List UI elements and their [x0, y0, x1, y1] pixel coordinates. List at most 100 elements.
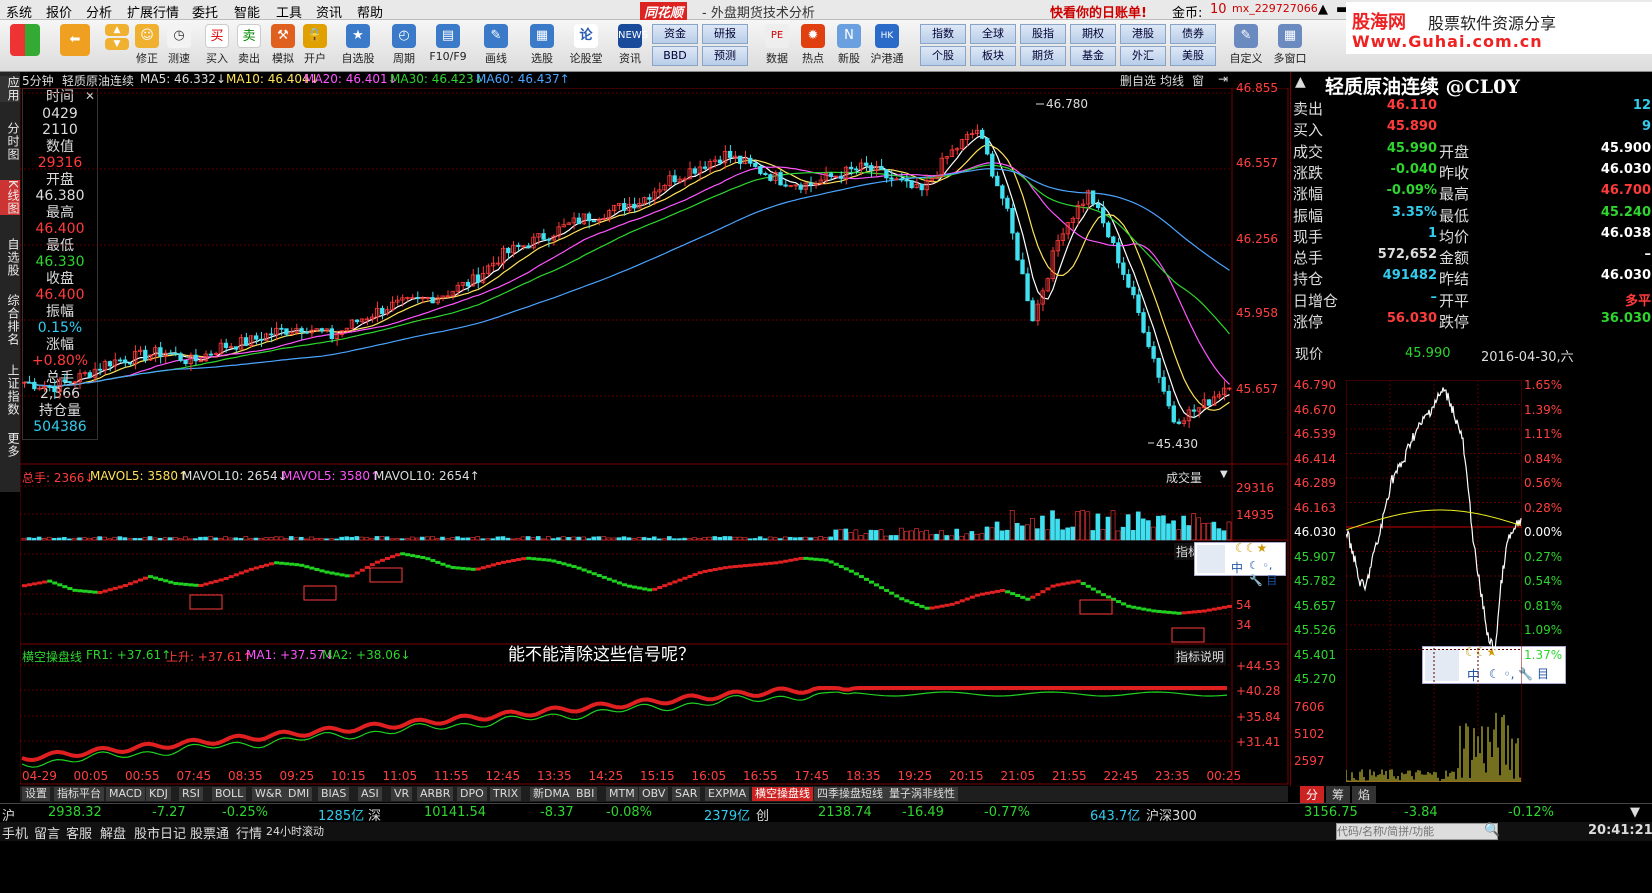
nav-watchlist[interactable]: 自选股	[0, 238, 20, 277]
back-arrow-icon[interactable]: ⬅	[58, 23, 92, 69]
dropdown-icon[interactable]: ▼	[1630, 805, 1640, 820]
tool-stockindex[interactable]: 股指	[1020, 24, 1066, 44]
menu-system[interactable]: 系统	[6, 2, 32, 21]
menu-quote[interactable]: 报价	[46, 2, 72, 21]
tab-fen[interactable]: 分	[1300, 786, 1325, 803]
multi-window-button[interactable]: ▦ 多窗口	[1270, 23, 1310, 69]
indicator-tab[interactable]: 指标平台	[54, 787, 104, 801]
custom-button[interactable]: ✎ 自定义	[1226, 23, 1266, 69]
indicator-tab[interactable]: MTM	[606, 787, 638, 801]
link-gupiaotong[interactable]: 股票通	[190, 823, 229, 842]
f10-button[interactable]: ▤ F10/F9	[428, 23, 468, 69]
tool-sector[interactable]: 板块	[970, 46, 1016, 66]
watchlist-button[interactable]: ★ 自选股	[336, 23, 380, 69]
simulate-button[interactable]: ⚒ 模拟	[266, 23, 300, 69]
link-message[interactable]: 留言	[34, 823, 60, 842]
site-url[interactable]: Www.Guhai.com.cn	[1352, 32, 1543, 51]
ipo-button[interactable]: N 新股	[832, 23, 866, 69]
tool-usstock[interactable]: 美股	[1170, 46, 1216, 66]
indicator-tab[interactable]: OBV	[639, 787, 669, 801]
tool-option[interactable]: 期权	[1070, 24, 1116, 44]
indicator-tab[interactable]: DPO	[457, 787, 487, 801]
vol-selector[interactable]: 成交量	[1166, 469, 1202, 486]
news-button[interactable]: NEWS 资讯	[612, 23, 648, 69]
search-icon[interactable]: 🔍	[1484, 823, 1500, 838]
indicator-tab[interactable]: 横空操盘线	[752, 787, 813, 801]
indicator-tab[interactable]: 设置	[22, 787, 50, 801]
indicator-tab[interactable]: BBI	[573, 787, 598, 801]
window-button[interactable]: 窗	[1192, 72, 1204, 89]
expand-icon[interactable]: ⇥	[1218, 72, 1228, 86]
ime-lang[interactable]: 中	[1231, 559, 1243, 576]
tool-fund2[interactable]: 基金	[1070, 46, 1116, 66]
buy-button[interactable]: 买买入	[200, 23, 234, 69]
ime-icons[interactable]: ☾ ◦, 🔧 目	[1249, 559, 1285, 588]
panel-up-icon[interactable]: ▲	[1295, 74, 1306, 90]
indicator-tab[interactable]: VR	[391, 787, 413, 801]
tool-forecast[interactable]: 预测	[702, 46, 748, 66]
nav-sh-index[interactable]: 上证指数	[0, 364, 20, 416]
stock-select-button[interactable]: ▦ 选股	[522, 23, 562, 69]
promo-link[interactable]: 快看你的日账单!	[1050, 2, 1147, 21]
nav-more[interactable]: 更多	[0, 432, 20, 458]
menu-tools[interactable]: 工具	[276, 2, 302, 21]
menu-news[interactable]: 资讯	[316, 2, 342, 21]
indicator-tab[interactable]: 量子涡非线性	[886, 787, 958, 801]
kline-chart[interactable]: 46.780 45.430	[20, 88, 1290, 786]
open-account-button[interactable]: 🔒 开户	[298, 23, 332, 69]
hotspot-button[interactable]: ✹ 热点	[796, 23, 830, 69]
username[interactable]: mx_229727066	[1232, 2, 1318, 15]
indicator-tab[interactable]: 新DMA	[530, 787, 573, 801]
indicator-tab[interactable]: MACD	[106, 787, 145, 801]
period-label[interactable]: 5分钟	[22, 72, 54, 89]
indicator-tab[interactable]: RSI	[179, 787, 203, 801]
indicator-tab[interactable]: W&R	[252, 787, 286, 801]
link-market[interactable]: 行情	[236, 823, 262, 842]
tool-fund[interactable]: 资金	[652, 24, 698, 44]
ime-toolbar[interactable]: ☾☾★ 中 ☾ ◦, 🔧 目	[1194, 541, 1286, 587]
period-button[interactable]: ◴ 周期	[384, 23, 424, 69]
menu-order[interactable]: 委托	[192, 2, 218, 21]
tool-stock[interactable]: 个股	[920, 46, 966, 66]
tab-yan[interactable]: 焰	[1352, 786, 1377, 803]
indicator-tab[interactable]: BIAS	[318, 787, 350, 801]
link-mobile[interactable]: 手机	[2, 823, 28, 842]
link-diary[interactable]: 股市日记	[134, 823, 186, 842]
tool-research[interactable]: 研报	[702, 24, 748, 44]
draw-line-button[interactable]: ✎ 画线	[476, 23, 516, 69]
bell-icon[interactable]: ▲	[1318, 2, 1328, 17]
menu-analysis[interactable]: 分析	[86, 2, 112, 21]
indicator-tab[interactable]: SAR	[672, 787, 701, 801]
search-input[interactable]	[1336, 823, 1498, 840]
fix-button[interactable]: ☺ 修正	[130, 23, 164, 69]
link-service[interactable]: 客服	[66, 823, 92, 842]
hk-connect-button[interactable]: HK 沪港通	[868, 23, 906, 69]
indicator-tab[interactable]: DMI	[285, 787, 313, 801]
mini-timeshare-chart[interactable]	[1346, 380, 1522, 782]
tool-global[interactable]: 全球	[970, 24, 1016, 44]
tab-chou[interactable]: 筹	[1326, 786, 1351, 803]
speedtest-button[interactable]: ◷ 测速	[162, 23, 196, 69]
forum-button[interactable]: 论论股堂	[566, 23, 606, 69]
indicator-tab[interactable]: ARBR	[417, 787, 454, 801]
tool-bond[interactable]: 债券	[1170, 24, 1216, 44]
ime-logo-icon[interactable]	[1197, 545, 1225, 573]
indicator-tab[interactable]: 四季操盘短线	[814, 787, 886, 801]
tool-futures[interactable]: 期货	[1020, 46, 1066, 66]
tool-index[interactable]: 指数	[920, 24, 966, 44]
tool-bbd[interactable]: BBD	[652, 46, 698, 66]
indicator-tab[interactable]: TRIX	[490, 787, 522, 801]
tool-forex[interactable]: 外汇	[1120, 46, 1166, 66]
link-commentary[interactable]: 解盘	[100, 823, 126, 842]
tool-hkstock[interactable]: 港股	[1120, 24, 1166, 44]
remove-watch-button[interactable]: 删自选	[1120, 72, 1156, 89]
link-24h[interactable]: 24小时滚动	[266, 823, 324, 839]
nav-timeshare[interactable]: 分时图	[0, 122, 20, 161]
windows-logo-icon[interactable]	[8, 23, 42, 69]
nav-kline[interactable]: K线图	[0, 180, 20, 215]
sell-button[interactable]: 卖卖出	[232, 23, 266, 69]
indicator-tab[interactable]: KDJ	[146, 787, 171, 801]
menu-smart[interactable]: 智能	[234, 2, 260, 21]
data-button[interactable]: PE 数据	[760, 23, 794, 69]
indicator-tab[interactable]: EXPMA	[705, 787, 750, 801]
